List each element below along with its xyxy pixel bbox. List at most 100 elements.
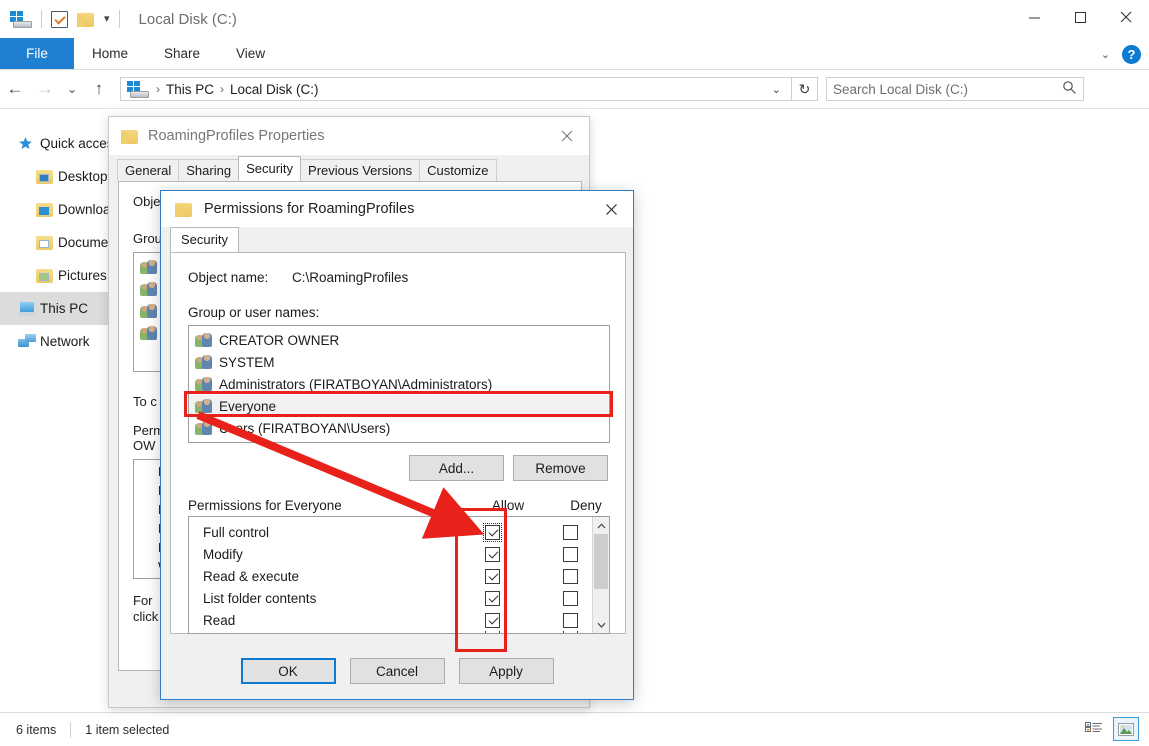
permissions-rows: Full control Modify Read & execute List … xyxy=(189,517,609,633)
window-title: Local Disk (C:) xyxy=(138,10,237,28)
permissions-for-roamingprofiles-dialog[interactable]: Permissions for RoamingProfiles Security… xyxy=(160,190,634,700)
refresh-button[interactable]: ↻ xyxy=(792,77,818,101)
allow-cell[interactable] xyxy=(453,631,531,633)
back-button[interactable]: ← xyxy=(0,74,30,104)
object-name-row: Object name: C:\RoamingProfiles xyxy=(171,253,625,285)
tab-general[interactable]: General xyxy=(117,159,180,181)
allow-cell[interactable] xyxy=(453,522,531,542)
breadcrumb-local-disk[interactable]: Local Disk (C:) xyxy=(227,82,322,97)
customize-caret-icon[interactable]: ▾ xyxy=(104,13,110,25)
search-input[interactable]: Search Local Disk (C:) xyxy=(826,77,1084,101)
permissions-dialog-title: Permissions for RoamingProfiles xyxy=(204,201,415,217)
list-item-users[interactable]: Users (FIRATBOYAN\Users) xyxy=(189,417,609,439)
tab-file[interactable]: File xyxy=(0,38,74,69)
address-breadcrumb[interactable]: › This PC › Local Disk (C:) ⌄ xyxy=(120,77,792,101)
help-icon[interactable]: ? xyxy=(1122,44,1141,64)
deny-checkbox[interactable] xyxy=(562,631,578,633)
deny-checkbox[interactable] xyxy=(562,546,578,562)
allow-cell[interactable] xyxy=(453,546,531,562)
table-row-list-folder-contents[interactable]: List folder contents xyxy=(189,587,609,609)
add-button[interactable]: Add... xyxy=(409,455,504,481)
allow-checkbox[interactable] xyxy=(484,612,500,628)
divider xyxy=(118,10,120,28)
remove-button[interactable]: Remove xyxy=(513,455,608,481)
deny-checkbox[interactable] xyxy=(562,568,578,584)
view-buttons xyxy=(1081,717,1139,741)
large-icons-view-button[interactable] xyxy=(1113,717,1139,741)
tab-customize[interactable]: Customize xyxy=(419,159,497,181)
apply-button[interactable]: Apply xyxy=(458,658,554,684)
allow-cell[interactable] xyxy=(453,568,531,584)
tab-view[interactable]: View xyxy=(218,38,283,69)
selection-label: 1 item selected xyxy=(85,722,170,737)
cancel-button[interactable]: Cancel xyxy=(349,658,445,684)
allow-cell[interactable] xyxy=(453,590,531,606)
allow-checkbox[interactable] xyxy=(484,568,500,584)
sidebar-item-label: Network xyxy=(40,334,90,349)
close-icon[interactable] xyxy=(589,191,633,227)
list-item-everyone[interactable]: Everyone xyxy=(189,395,609,417)
list-item-label: Administrators (FIRATBOYAN\Administrator… xyxy=(219,376,493,392)
breadcrumb-this-pc[interactable]: This PC xyxy=(163,82,217,97)
table-row-modify[interactable]: Modify xyxy=(189,543,609,565)
deny-checkbox[interactable] xyxy=(562,612,578,628)
ribbon-tabbar: File Home Share View ⌄ ? xyxy=(0,38,1149,70)
allow-checkbox[interactable] xyxy=(484,631,500,633)
user-group-icon xyxy=(195,354,213,370)
permissions-panel: Object name: C:\RoamingProfiles Group or… xyxy=(170,252,626,634)
list-item-system[interactable]: SYSTEM xyxy=(189,351,609,373)
divider xyxy=(41,10,42,28)
expand-ribbon-caret-icon[interactable]: ⌄ xyxy=(1101,48,1110,61)
list-item-creator-owner[interactable]: CREATOR OWNER xyxy=(189,329,609,351)
ok-button[interactable]: OK xyxy=(240,658,336,684)
user-group-icon xyxy=(140,303,158,319)
table-row-read-execute[interactable]: Read & execute xyxy=(189,565,609,587)
forward-button[interactable]: → xyxy=(30,74,60,104)
close-button[interactable] xyxy=(1103,0,1149,34)
permission-label: Modify xyxy=(203,546,243,562)
folder-downloads-icon xyxy=(36,202,58,217)
table-row-partial[interactable] xyxy=(189,631,609,633)
deny-checkbox[interactable] xyxy=(562,590,578,606)
tab-security[interactable]: Security xyxy=(170,227,239,252)
tab-security[interactable]: Security xyxy=(238,156,302,181)
allow-checkbox[interactable] xyxy=(482,522,502,542)
list-item-administrators[interactable]: Administrators (FIRATBOYAN\Administrator… xyxy=(189,373,609,395)
permissions-for-label: Permissions for Everyone xyxy=(188,498,342,513)
minimize-button[interactable] xyxy=(1011,0,1057,34)
properties-checkbox-icon[interactable] xyxy=(51,10,68,28)
breadcrumb-separator: › xyxy=(220,82,225,96)
table-row-read[interactable]: Read xyxy=(189,609,609,631)
allow-cell[interactable] xyxy=(453,612,531,628)
group-or-user-names-label: Group or user names: xyxy=(188,305,320,320)
address-dropdown-caret-icon[interactable]: ⌄ xyxy=(772,83,787,96)
tab-sharing[interactable]: Sharing xyxy=(178,159,240,181)
tab-home[interactable]: Home xyxy=(74,38,146,69)
scroll-up-icon[interactable] xyxy=(593,517,610,534)
tab-previous-versions[interactable]: Previous Versions xyxy=(300,159,421,181)
allow-checkbox[interactable] xyxy=(484,546,500,562)
permission-label: Read & execute xyxy=(203,568,300,584)
up-button[interactable]: ↑ xyxy=(84,74,114,104)
maximize-button[interactable] xyxy=(1057,0,1103,34)
permissions-table[interactable]: Full control Modify Read & execute List … xyxy=(188,516,610,634)
recent-locations-button[interactable]: ⌄ xyxy=(60,74,84,104)
scrollbar-thumb[interactable] xyxy=(594,534,608,589)
scroll-down-icon[interactable] xyxy=(593,616,610,633)
permissions-table-header: Permissions for Everyone Allow Deny xyxy=(171,481,625,513)
allow-checkbox[interactable] xyxy=(484,590,500,606)
group-user-list[interactable]: CREATOR OWNER SYSTEM Administrators (FIR… xyxy=(188,325,610,443)
details-view-button[interactable] xyxy=(1081,717,1107,741)
properties-titlebar: RoamingProfiles Properties xyxy=(109,117,589,155)
user-group-icon xyxy=(140,325,158,341)
search-icon xyxy=(1062,80,1077,98)
sidebar-item-label: This PC xyxy=(40,301,89,316)
properties-dialog-title: RoamingProfiles Properties xyxy=(148,128,325,144)
new-folder-icon[interactable] xyxy=(77,12,94,27)
close-icon[interactable] xyxy=(545,117,589,155)
tab-share[interactable]: Share xyxy=(146,38,218,69)
user-group-icon xyxy=(195,332,213,348)
deny-checkbox[interactable] xyxy=(562,524,578,540)
permissions-scrollbar[interactable] xyxy=(592,517,609,633)
table-row-full-control[interactable]: Full control xyxy=(189,521,609,543)
